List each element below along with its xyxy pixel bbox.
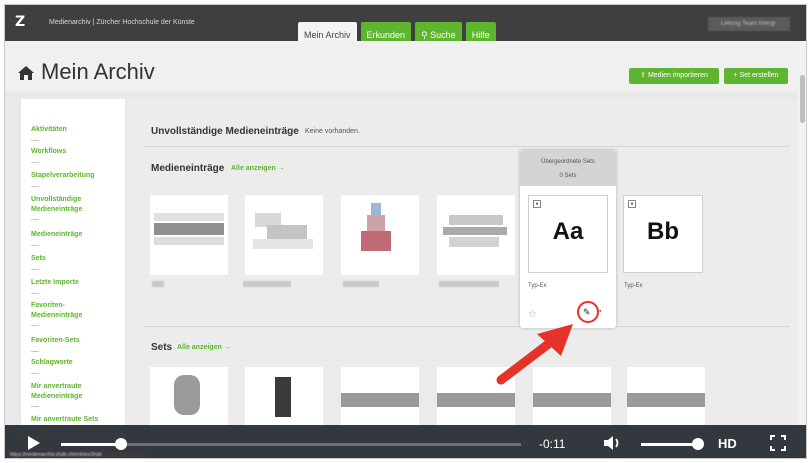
sidebar-divider [31, 245, 39, 246]
sidebar-divider [31, 406, 39, 407]
home-icon [18, 66, 34, 80]
annotation-arrow-icon [496, 324, 573, 385]
sidebar-item-letzte-importe[interactable]: Letzte Importe [31, 278, 79, 288]
media-caption [152, 281, 164, 287]
sidebar-item-label: Mir anvertraute [31, 383, 82, 390]
sets-section-title: Sets [151, 342, 173, 353]
sidebar-divider [31, 162, 39, 163]
sidebar-item-favoriten-sets[interactable]: Favoriten-Sets [31, 336, 80, 346]
media-card-bb[interactable]: ● Bb [623, 195, 703, 273]
sidebar-item-label: Medieneinträge [31, 393, 83, 400]
app-window: Z Medienarchiv | Zürcher Hochschule der … [4, 4, 807, 459]
media-thumbnail[interactable] [150, 195, 228, 275]
create-set-label: Set erstellen [739, 72, 779, 79]
logo[interactable]: Z [15, 14, 25, 30]
sidebar-item-stapelverarbeitung[interactable]: Stapelverarbeitung [31, 171, 94, 181]
card-caption: Typ-Ex [624, 283, 643, 289]
play-icon[interactable] [28, 436, 40, 450]
popover-header: Übergeordnete Sets 0 Sets [520, 150, 616, 186]
media-caption [439, 281, 499, 287]
import-media-label: Medien importieren [647, 72, 708, 79]
site-title[interactable]: Medienarchiv | Zürcher Hochschule der Kü… [49, 19, 195, 26]
sidebar-divider [31, 269, 39, 270]
status-url-hint: https://medienarchiv.zhdk.ch/entries/3hd… [7, 451, 147, 458]
media-thumbnail[interactable] [437, 195, 515, 275]
quality-button[interactable]: HD [718, 436, 737, 451]
sidebar-item-workflows[interactable]: Workflows [31, 147, 66, 157]
incomplete-note: Keine vorhanden. [305, 128, 360, 135]
user-icon: ● [628, 200, 636, 208]
sidebar-item-label: Aktivitäten [31, 126, 67, 133]
sidebar-item-label: Medieneinträge [31, 312, 83, 319]
media-caption [243, 281, 291, 287]
volume-slider[interactable] [641, 443, 697, 446]
tab-suche-label: Suche [430, 30, 456, 40]
sidebar-item-anvertraute-medieneintraege[interactable]: Mir anvertraute Medieneinträge [31, 382, 82, 402]
sidebar-item-aktivitaeten[interactable]: Aktivitäten [31, 125, 67, 135]
sidebar-item-favoriten-medieneintraege[interactable]: Favoriten- Medieneinträge [31, 301, 82, 321]
user-menu-button[interactable]: Leitung Team Intergr. [708, 17, 790, 31]
sidebar-item-label: Favoriten-Sets [31, 337, 80, 344]
sidebar-divider [31, 325, 39, 326]
sidebar-item-anvertraute-sets[interactable]: Mir anvertraute Sets [31, 415, 98, 425]
video-progress-fill [61, 443, 121, 446]
section-divider [145, 146, 790, 147]
entries-section-title: Medieneinträge [151, 163, 225, 174]
more-icon[interactable]: ▪ [599, 308, 601, 315]
set-thumbnail[interactable] [627, 367, 705, 427]
create-set-button[interactable]: + Set erstellen [724, 68, 788, 84]
volume-icon[interactable] [603, 435, 621, 451]
user-icon: ● [533, 200, 541, 208]
card-preview-text: Aa [552, 218, 584, 245]
video-progress-bar[interactable] [61, 443, 521, 446]
sidebar-item-unvollstaendige[interactable]: Unvollständige Medieneinträge [31, 195, 82, 215]
video-time: -0:11 [539, 437, 566, 451]
card-caption: Typ-Ex [528, 283, 547, 289]
plus-icon: + [733, 72, 738, 79]
sidebar-item-label: Letzte Importe [31, 279, 79, 286]
action-icon[interactable]: ✎ [583, 307, 591, 318]
sidebar-item-label: Medieneinträge [31, 206, 83, 213]
media-card-aa[interactable]: ● Aa [528, 195, 608, 273]
sidebar-item-label: Unvollständige [31, 196, 82, 203]
search-icon: ⚲ [421, 30, 428, 40]
popover-count: 0 Sets [559, 173, 577, 179]
import-media-button[interactable]: ⇪ Medien importieren [629, 68, 719, 84]
sets-show-all-link[interactable]: Alle anzeigen → [177, 344, 231, 351]
sidebar-item-label: Mir anvertraute Sets [31, 416, 99, 423]
sidebar-divider [31, 373, 39, 374]
volume-handle[interactable] [692, 438, 704, 450]
sidebar-divider [31, 219, 39, 220]
page-title: Mein Archiv [41, 59, 155, 84]
sidebar-item-label: Favoriten- [31, 302, 65, 309]
set-thumbnail[interactable] [150, 367, 228, 427]
sidebar-item-label: Schlagworte [31, 359, 73, 366]
popover-title: Übergeordnete Sets [541, 159, 595, 165]
section-divider [145, 326, 790, 327]
set-thumbnail[interactable] [245, 367, 323, 427]
entries-show-all-link[interactable]: Alle anzeigen → [231, 165, 285, 172]
sidebar-item-label: Workflows [31, 148, 67, 155]
media-caption [343, 281, 379, 287]
sidebar-item-label: Stapelverarbeitung [31, 172, 95, 179]
incomplete-section-title: Unvollständige Medieneinträge [151, 126, 299, 137]
video-progress-handle[interactable] [114, 438, 127, 450]
sidebar-divider [31, 351, 39, 352]
card-preview-text: Bb [647, 218, 679, 245]
sidebar: Aktivitäten Workflows Stapelverarbeitung… [21, 99, 125, 439]
upload-icon: ⇪ [640, 72, 646, 79]
sidebar-item-medieneintraege[interactable]: Medieneinträge [31, 230, 82, 240]
sidebar-item-sets[interactable]: Sets [31, 254, 46, 264]
scrollbar-thumb[interactable] [800, 75, 805, 123]
media-thumbnail[interactable] [245, 195, 323, 275]
sidebar-divider [31, 186, 39, 187]
sidebar-item-label: Sets [31, 255, 46, 262]
sidebar-divider [31, 293, 39, 294]
fullscreen-icon[interactable] [770, 435, 786, 451]
media-thumbnail[interactable] [341, 195, 419, 275]
sidebar-divider [31, 140, 39, 141]
set-thumbnail[interactable] [341, 367, 419, 427]
sidebar-item-label: Medieneinträge [31, 231, 83, 238]
sidebar-item-schlagworte[interactable]: Schlagworte [31, 358, 73, 368]
